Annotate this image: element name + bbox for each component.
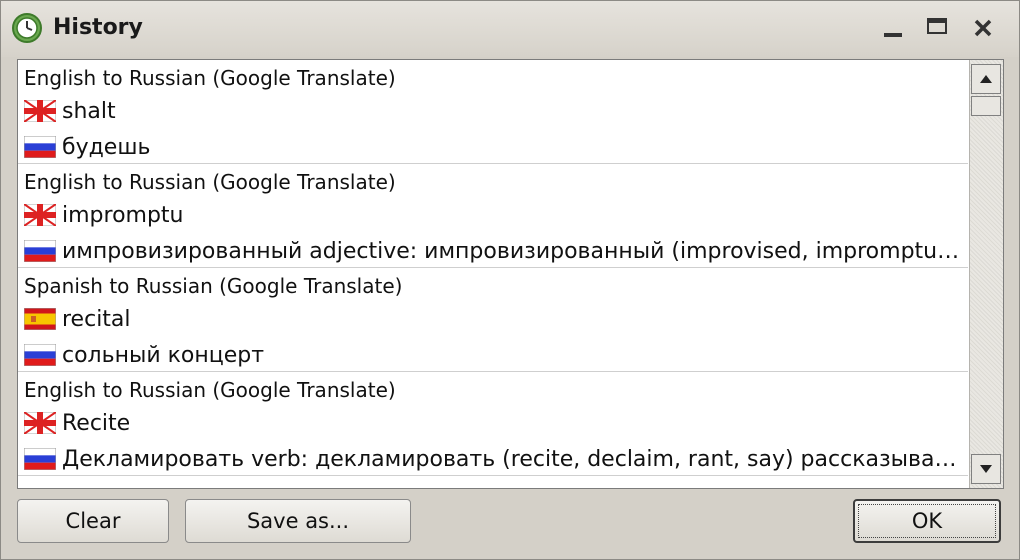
- entry-direction: English to Russian (Google Translate): [24, 378, 396, 402]
- history-entry[interactable]: Spanish to Russian (Google Translate) re…: [18, 268, 968, 372]
- history-list[interactable]: English to Russian (Google Translate) sh…: [17, 59, 1004, 489]
- entry-source: shalt: [24, 96, 964, 126]
- history-entry[interactable]: English to Russian (Google Translate) Re…: [18, 372, 968, 476]
- spain-flag-icon: [24, 308, 56, 330]
- arrow-up-icon: [980, 75, 992, 83]
- vertical-scrollbar[interactable]: [969, 60, 1003, 488]
- entry-target-text: сольный концерт: [62, 342, 265, 368]
- entry-target-text: Декламировать verb: декламировать (recit…: [62, 446, 964, 472]
- history-window: History English to Russian (Google Trans…: [0, 0, 1020, 560]
- russia-flag-icon: [24, 136, 56, 158]
- entry-target: импровизированный adjective: импровизиро…: [24, 236, 964, 266]
- russia-flag-icon: [24, 240, 56, 262]
- russia-flag-icon: [24, 344, 56, 366]
- russia-flag-icon: [24, 448, 56, 470]
- entry-direction: Spanish to Russian (Google Translate): [24, 274, 403, 298]
- minimize-button[interactable]: [877, 13, 909, 43]
- history-entries: English to Russian (Google Translate) sh…: [18, 60, 968, 476]
- entry-source-text: recital: [62, 306, 131, 332]
- entry-source-text: Recite: [62, 410, 131, 436]
- entry-target: Декламировать verb: декламировать (recit…: [24, 444, 964, 474]
- entry-target: будешь: [24, 132, 964, 162]
- scroll-up-button[interactable]: [971, 64, 1001, 94]
- entry-direction: English to Russian (Google Translate): [24, 170, 396, 194]
- entry-source-text: impromptu: [62, 202, 184, 228]
- entry-target: сольный концерт: [24, 340, 964, 370]
- close-button[interactable]: [967, 13, 999, 43]
- uk-flag-icon: [24, 100, 56, 122]
- title-bar[interactable]: History: [1, 1, 1019, 57]
- entry-source-text: shalt: [62, 98, 116, 124]
- clock-icon: [12, 13, 42, 43]
- uk-flag-icon: [24, 412, 56, 434]
- entry-target-text: импровизированный adjective: импровизиро…: [62, 238, 964, 264]
- history-entry[interactable]: English to Russian (Google Translate) im…: [18, 164, 968, 268]
- minimize-icon: [884, 33, 902, 37]
- history-entry[interactable]: English to Russian (Google Translate) sh…: [18, 60, 968, 164]
- maximize-icon: [927, 18, 947, 34]
- arrow-down-icon: [980, 465, 992, 473]
- entry-direction: English to Russian (Google Translate): [24, 66, 396, 90]
- clear-button[interactable]: Clear: [17, 499, 169, 543]
- entry-source: Recite: [24, 408, 964, 438]
- uk-flag-icon: [24, 204, 56, 226]
- entry-source: impromptu: [24, 200, 964, 230]
- entry-source: recital: [24, 304, 964, 334]
- close-icon: [974, 19, 992, 37]
- maximize-button[interactable]: [921, 13, 953, 43]
- scroll-thumb[interactable]: [971, 96, 1001, 116]
- ok-button[interactable]: OK: [853, 499, 1001, 543]
- window-title: History: [53, 15, 143, 40]
- scroll-down-button[interactable]: [971, 454, 1001, 484]
- save-as-button[interactable]: Save as...: [185, 499, 411, 543]
- entry-target-text: будешь: [62, 134, 151, 160]
